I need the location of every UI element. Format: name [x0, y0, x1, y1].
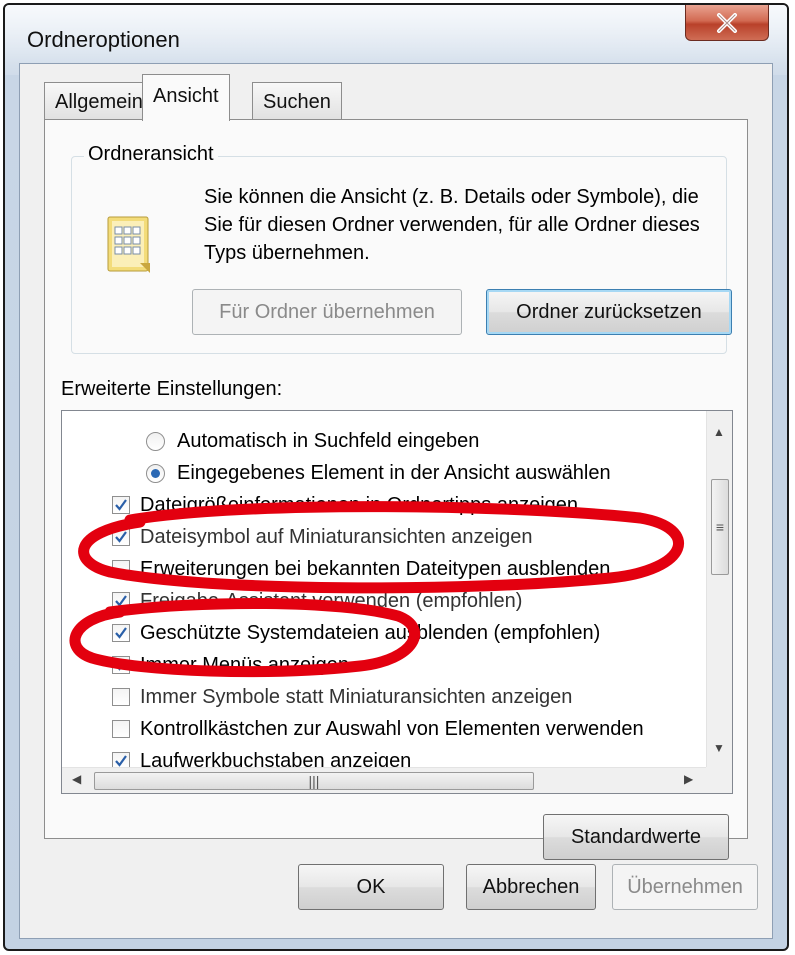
folder-options-window: Ordneroptionen Allgemein Ansicht Suchen …	[3, 3, 789, 951]
folder-view-icon	[107, 216, 150, 273]
scroll-right-arrow-icon[interactable]: ▶	[684, 772, 693, 786]
cancel-button[interactable]: Abbrechen	[466, 864, 596, 910]
tab-general[interactable]: Allgemein	[44, 82, 154, 120]
list-item[interactable]: Immer Menüs anzeigen	[112, 649, 349, 681]
scroll-left-arrow-icon[interactable]: ◀	[72, 772, 81, 786]
folder-view-legend: Ordneransicht	[84, 143, 218, 166]
tab-view[interactable]: Ansicht	[142, 74, 230, 121]
list-item-label: Immer Menüs anzeigen	[140, 653, 349, 676]
list-item[interactable]: Dateigrößeinformationen in Ordnertipps a…	[112, 489, 578, 521]
list-item-label: Geschützte Systemdateien ausblenden (emp…	[140, 621, 601, 644]
list-item-label: Kontrollkästchen zur Auswahl von Element…	[140, 717, 644, 740]
horizontal-scrollbar[interactable]: ◀ ||| ▶	[62, 767, 708, 793]
dialog-client-area: Allgemein Ansicht Suchen Ordneransicht S…	[19, 63, 773, 939]
list-item[interactable]: Immer Symbole statt Miniaturansichten an…	[112, 681, 572, 713]
apply-button[interactable]: Übernehmen	[612, 864, 758, 910]
radio-auto-search[interactable]	[146, 431, 165, 451]
list-item[interactable]: Geschützte Systemdateien ausblenden (emp…	[112, 617, 600, 649]
apply-to-folders-button[interactable]: Für Ordner übernehmen	[192, 289, 462, 335]
reset-folders-button[interactable]: Ordner zurücksetzen	[486, 289, 732, 335]
checkbox-sharing-wizard[interactable]	[112, 592, 130, 610]
close-button[interactable]	[685, 5, 769, 41]
list-item-label: Dateigrößeinformationen in Ordnertipps a…	[140, 493, 579, 516]
list-item-label: Automatisch in Suchfeld eingeben	[177, 429, 480, 452]
list-item-label: Eingegebenes Element in der Ansicht ausw…	[177, 461, 611, 484]
scroll-down-arrow-icon[interactable]: ▼	[713, 741, 725, 755]
list-item[interactable]: Dateisymbol auf Miniaturansichten anzeig…	[112, 521, 532, 553]
list-item[interactable]: Kontrollkästchen zur Auswahl von Element…	[112, 713, 644, 745]
radio-select-in-view[interactable]	[146, 463, 165, 483]
checkbox-file-size-info[interactable]	[112, 496, 130, 514]
horizontal-scroll-thumb[interactable]: |||	[94, 772, 534, 790]
close-icon	[717, 12, 737, 33]
view-tab-panel: Ordneransicht Sie können die Ansicht (z.…	[44, 119, 748, 860]
list-item-label: Erweiterungen bei bekannten Dateitypen a…	[140, 557, 611, 580]
advanced-settings-label: Erweiterte Einstellungen:	[61, 378, 283, 400]
list-item[interactable]: Freigabe-Assistent verwenden (empfohlen)	[112, 585, 522, 617]
list-item[interactable]: Erweiterungen bei bekannten Dateitypen a…	[112, 553, 610, 585]
checkbox-hide-extensions[interactable]	[112, 560, 130, 578]
tab-search[interactable]: Suchen	[252, 82, 342, 120]
folder-view-description: Sie können die Ansicht (z. B. Details od…	[204, 186, 700, 264]
list-item[interactable]: Eingegebenes Element in der Ansicht ausw…	[146, 457, 611, 489]
window-title: Ordneroptionen	[27, 27, 180, 52]
checkbox-always-show-menus[interactable]	[112, 656, 130, 674]
advanced-settings-list: Automatisch in Suchfeld eingeben Eingege…	[61, 410, 733, 794]
folder-view-group: Ordneransicht Sie können die Ansicht (z.…	[71, 143, 732, 354]
checkbox-hide-system-files[interactable]	[112, 624, 130, 642]
list-item-label: Dateisymbol auf Miniaturansichten anzeig…	[140, 525, 533, 548]
checkbox-item-checkboxes[interactable]	[112, 720, 130, 738]
scroll-up-arrow-icon[interactable]: ▲	[713, 425, 725, 439]
restore-defaults-button[interactable]: Standardwerte	[543, 814, 729, 860]
vertical-scrollbar[interactable]: ▲ ≡ ▼	[706, 411, 732, 769]
list-item-label: Immer Symbole statt Miniaturansichten an…	[140, 685, 573, 708]
list-item-label: Freigabe-Assistent verwenden (empfohlen)	[140, 589, 523, 612]
checkbox-file-icon-thumbnails[interactable]	[112, 528, 130, 546]
list-item[interactable]: Automatisch in Suchfeld eingeben	[146, 425, 479, 457]
ok-button[interactable]: OK	[298, 864, 444, 910]
checkbox-icons-not-thumbnails[interactable]	[112, 688, 130, 706]
vertical-scroll-thumb[interactable]: ≡	[711, 479, 729, 575]
scrollbar-corner	[706, 767, 732, 793]
